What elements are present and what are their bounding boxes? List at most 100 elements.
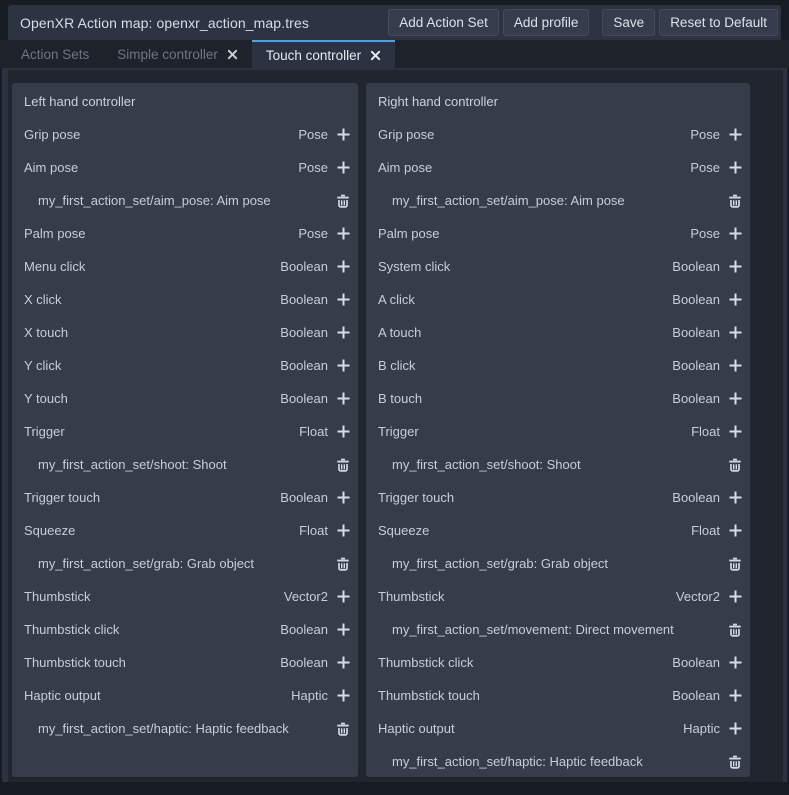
delete-binding-button[interactable] [726,555,744,573]
row-label: X click [24,292,280,307]
action-type-label: Boolean [280,358,328,373]
row-label: Thumbstick click [378,655,672,670]
tab-simple-controller[interactable]: Simple controller [103,40,252,68]
action-map-row: X click Boolean [12,283,358,316]
action-type-label: Pose [298,127,328,142]
add-binding-button[interactable] [334,225,352,243]
action-type-label: Pose [690,226,720,241]
row-label: Thumbstick click [24,622,280,637]
action-map-row: Thumbstick click Boolean [366,646,750,679]
action-type-label: Pose [298,226,328,241]
add-binding-button[interactable] [726,390,744,408]
delete-binding-button[interactable] [334,720,352,738]
add-binding-button[interactable] [334,489,352,507]
add-binding-button[interactable] [726,225,744,243]
row-label: A touch [378,325,672,340]
delete-binding-button[interactable] [726,621,744,639]
close-tab-icon[interactable] [227,49,238,60]
action-map-row: Thumbstick Vector2 [366,580,750,613]
row-label: my_first_action_set/grab: Grab object [378,556,726,571]
row-label: Haptic output [24,688,291,703]
add-binding-button[interactable] [334,126,352,144]
action-map-row: Thumbstick Vector2 [12,580,358,613]
tab-action-sets[interactable]: Action Sets [7,40,103,68]
tab-label: Simple controller [117,47,218,62]
row-label: Trigger touch [24,490,280,505]
action-map-row: Y touch Boolean [12,382,358,415]
action-map-row: my_first_action_set/aim_pose: Aim pose [366,184,750,217]
action-map-row: Palm pose Pose [12,217,358,250]
add-binding-button[interactable] [334,687,352,705]
panel-title-label: Left hand controller [24,94,135,109]
add-binding-button[interactable] [334,357,352,375]
add-binding-button[interactable] [726,159,744,177]
add-binding-button[interactable] [726,423,744,441]
delete-binding-button[interactable] [334,555,352,573]
row-label: X touch [24,325,280,340]
action-map-row: A click Boolean [366,283,750,316]
add-binding-button[interactable] [334,390,352,408]
panel-title: Left hand controller [12,85,358,118]
action-map-row: B touch Boolean [366,382,750,415]
action-map-row: my_first_action_set/grab: Grab object [12,547,358,580]
add-profile-button[interactable]: Add profile [503,9,590,36]
add-binding-button[interactable] [726,489,744,507]
action-map-row: Trigger touch Boolean [366,481,750,514]
add-binding-button[interactable] [726,126,744,144]
action-map-row: Haptic output Haptic [366,712,750,745]
action-type-label: Boolean [672,490,720,505]
add-binding-button[interactable] [334,621,352,639]
save-button[interactable]: Save [602,9,655,36]
action-map-row: B click Boolean [366,349,750,382]
row-label: Menu click [24,259,280,274]
add-binding-button[interactable] [726,654,744,672]
add-binding-button[interactable] [726,324,744,342]
action-map-row: Trigger Float [12,415,358,448]
row-label: Y touch [24,391,280,406]
action-map-row: Trigger Float [366,415,750,448]
add-binding-button[interactable] [726,687,744,705]
delete-binding-button[interactable] [726,456,744,474]
row-label: my_first_action_set/aim_pose: Aim pose [24,193,334,208]
row-label: Thumbstick [378,589,676,604]
add-binding-button[interactable] [334,654,352,672]
add-binding-button[interactable] [726,258,744,276]
add-binding-button[interactable] [726,357,744,375]
add-binding-button[interactable] [726,720,744,738]
action-type-label: Boolean [280,259,328,274]
add-binding-button[interactable] [334,423,352,441]
action-type-label: Boolean [672,655,720,670]
add-binding-button[interactable] [726,522,744,540]
add-binding-button[interactable] [334,291,352,309]
action-type-label: Boolean [672,292,720,307]
delete-binding-button[interactable] [334,192,352,210]
tab-label: Touch controller [266,48,361,63]
action-type-label: Boolean [280,622,328,637]
add-binding-button[interactable] [334,159,352,177]
delete-binding-button[interactable] [726,192,744,210]
add-action-set-button[interactable]: Add Action Set [388,9,499,36]
delete-binding-button[interactable] [334,456,352,474]
action-map-row: Trigger touch Boolean [12,481,358,514]
row-label: B click [378,358,672,373]
add-binding-button[interactable] [726,291,744,309]
left-rows: Grip pose Pose Aim pose Pose my_first_ac… [12,118,358,745]
action-type-label: Pose [690,160,720,175]
action-map-row: Haptic output Haptic [12,679,358,712]
reset-to-default-button[interactable]: Reset to Default [659,9,778,36]
close-tab-icon[interactable] [370,50,381,61]
delete-binding-button[interactable] [726,753,744,771]
row-label: my_first_action_set/shoot: Shoot [378,457,726,472]
action-map-row: Palm pose Pose [366,217,750,250]
add-binding-button[interactable] [334,258,352,276]
row-label: Squeeze [378,523,691,538]
row-label: Palm pose [24,226,298,241]
add-binding-button[interactable] [334,522,352,540]
bottom-edge [0,782,789,795]
row-label: my_first_action_set/shoot: Shoot [24,457,334,472]
tab-touch-controller[interactable]: Touch controller [252,40,395,68]
add-binding-button[interactable] [334,324,352,342]
row-label: Trigger [24,424,299,439]
add-binding-button[interactable] [726,588,744,606]
add-binding-button[interactable] [334,588,352,606]
